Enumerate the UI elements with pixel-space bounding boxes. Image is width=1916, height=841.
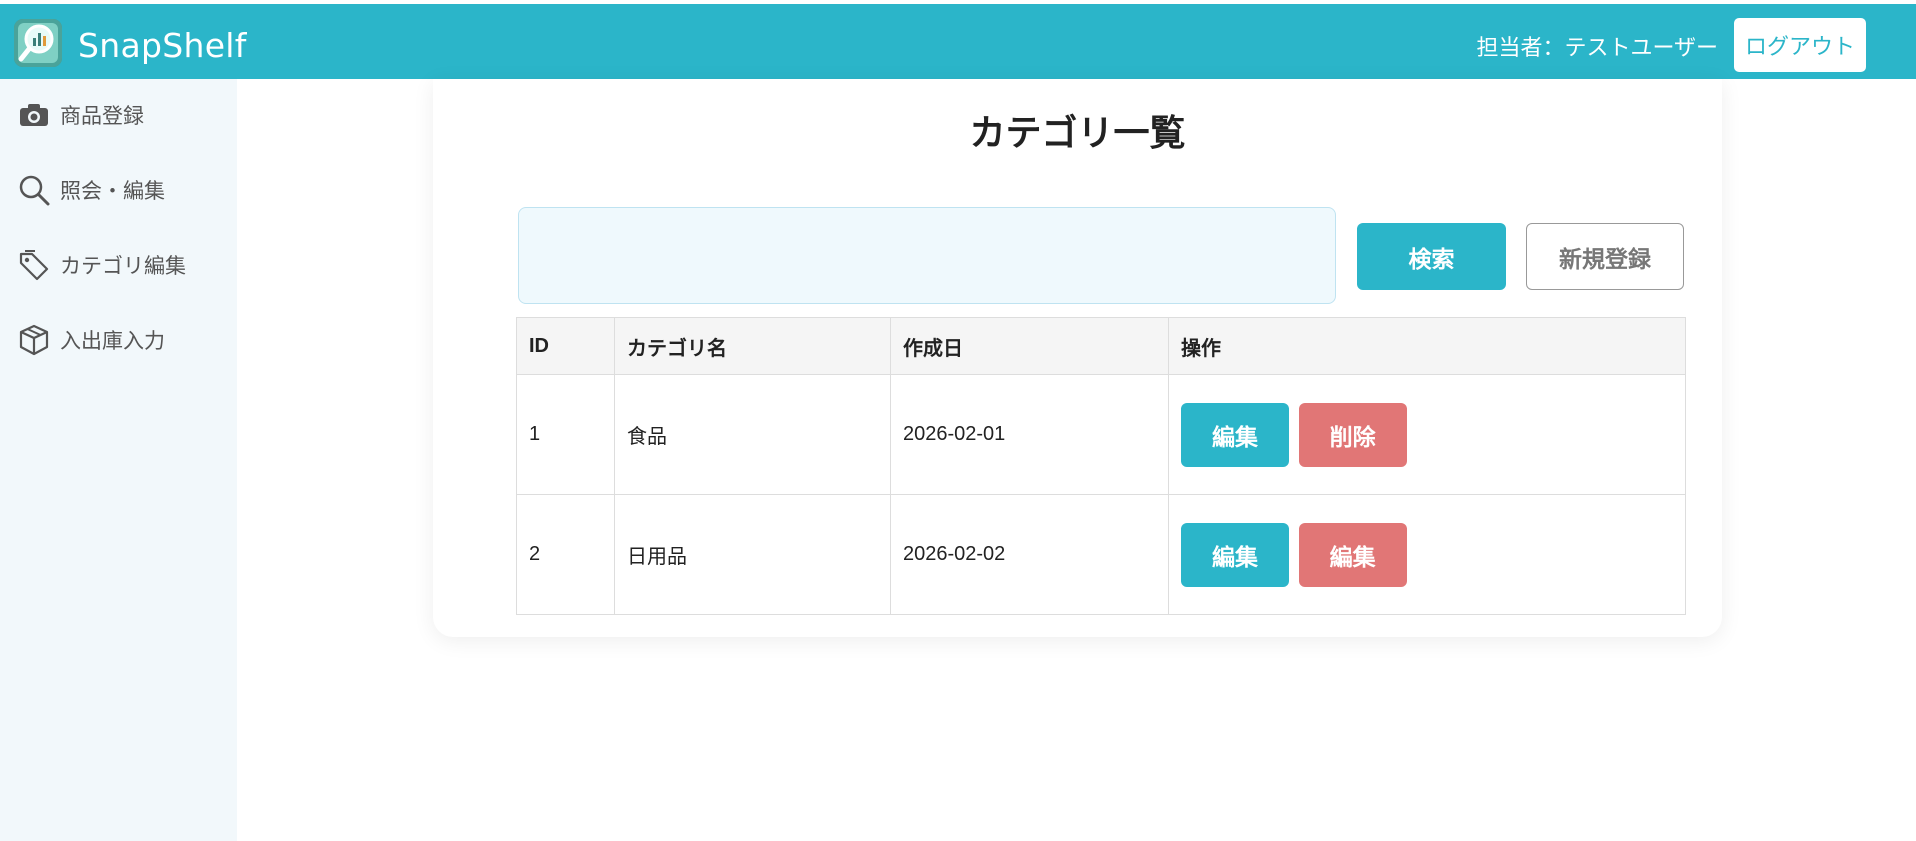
logout-button[interactable]: ログアウト (1734, 18, 1866, 72)
cell-actions: 編集 削除 (1168, 374, 1686, 495)
page-title: カテゴリ一覧 (969, 113, 1186, 154)
cell-id: 2 (516, 494, 615, 615)
sidebar-item-label: 入出庫入力 (60, 329, 165, 353)
sidebar-item-label: カテゴリ編集 (60, 254, 186, 278)
table-header-row: ID カテゴリ名 作成日 操作 (516, 317, 1686, 375)
app-name: SnapShelf (78, 26, 247, 65)
sidebar-item-inquiry-edit[interactable]: 照会・編集 (18, 170, 165, 210)
search-icon (18, 174, 50, 206)
sidebar-item-label: 照会・編集 (60, 179, 165, 203)
cell-created: 2026-02-02 (890, 494, 1169, 615)
edit-button[interactable]: 編集 (1181, 522, 1289, 587)
cell-name: 日用品 (614, 494, 891, 615)
cell-created: 2026-02-01 (890, 374, 1169, 495)
sidebar-item-category-edit[interactable]: カテゴリ編集 (18, 245, 186, 285)
app-header: SnapShelf 担当者：テストユーザー ログアウト (0, 4, 1916, 79)
column-header-id: ID (516, 317, 615, 375)
table-row: 2 日用品 2026-02-02 編集 編集 (516, 494, 1686, 615)
magnifier-chart-icon[interactable] (14, 19, 62, 67)
sidebar: 商品登録 照会・編集 カテゴリ編集 入出庫入力 (0, 79, 237, 841)
table-row: 1 食品 2026-02-01 編集 削除 (516, 374, 1686, 495)
cell-name: 食品 (614, 374, 891, 495)
search-button[interactable]: 検索 (1357, 223, 1506, 290)
cell-id: 1 (516, 374, 615, 495)
category-table: ID カテゴリ名 作成日 操作 1 食品 2026-02-01 編集 削除 2 … (516, 317, 1686, 615)
delete-button[interactable]: 編集 (1298, 522, 1407, 587)
column-header-name: カテゴリ名 (614, 317, 891, 375)
user-label: 担当者：テストユーザー (1476, 36, 1718, 61)
column-header-created: 作成日 (890, 317, 1169, 375)
edit-button[interactable]: 編集 (1181, 402, 1289, 467)
search-input[interactable] (518, 207, 1336, 304)
new-register-button[interactable]: 新規登録 (1526, 223, 1684, 290)
column-header-actions: 操作 (1168, 317, 1686, 375)
cell-actions: 編集 編集 (1168, 494, 1686, 615)
tag-icon (18, 249, 50, 281)
sidebar-item-stock-io[interactable]: 入出庫入力 (18, 320, 165, 360)
delete-button[interactable]: 削除 (1298, 402, 1407, 467)
box-icon (18, 324, 50, 356)
